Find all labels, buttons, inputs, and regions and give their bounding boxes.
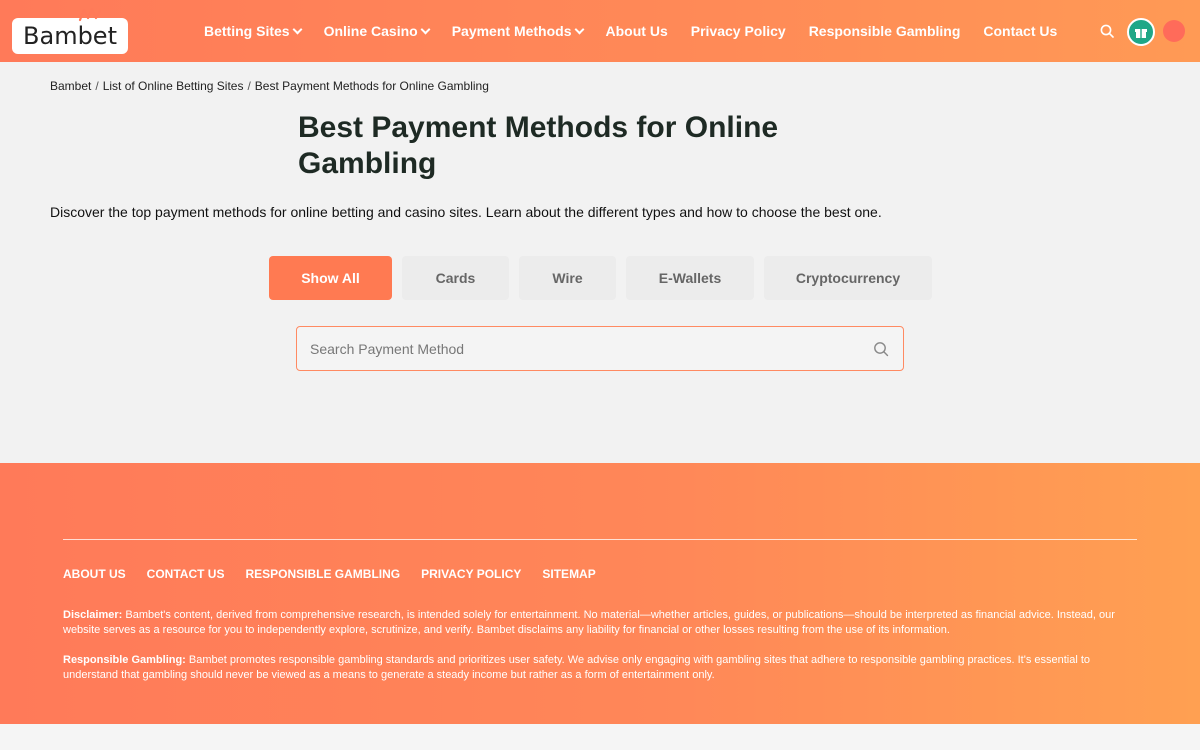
breadcrumb: Bambet / List of Online Betting Sites / Best… (50, 79, 489, 93)
user-avatar[interactable] (1127, 18, 1155, 46)
filter-wire[interactable]: Wire (519, 256, 616, 300)
breadcrumb-current: Best Payment Methods for Online Gambling (254, 79, 489, 93)
chevron-down-icon (420, 24, 431, 34)
page-title: Best Payment Methods for Online Gambling (298, 111, 779, 180)
gift-icon (1135, 29, 1147, 38)
nav-betting-sites[interactable]: Betting Sites (204, 23, 303, 39)
site-footer: ABOUT US CONTACT US RESPONSIBLE GAMBLING… (0, 463, 1200, 724)
nav-label: Betting Sites (204, 23, 290, 39)
logo-text: Bambet (23, 22, 117, 50)
nav-about-us[interactable]: About Us (606, 23, 668, 39)
search-icon[interactable] (873, 341, 889, 357)
filter-show-all[interactable]: Show All (269, 256, 392, 300)
search-icon[interactable] (1100, 24, 1114, 38)
nav-privacy-policy[interactable]: Privacy Policy (691, 23, 786, 39)
page-intro: Discover the top payment methods for onl… (50, 204, 882, 220)
payment-filter-tabs: Show All Cards Wire E-Wallets Cryptocurr… (0, 256, 1200, 300)
footer-link-about-us[interactable]: ABOUT US (63, 567, 126, 581)
search-payment-input[interactable] (310, 327, 850, 370)
nav-label: Responsible Gambling (808, 23, 961, 39)
footer-links: ABOUT US CONTACT US RESPONSIBLE GAMBLING… (63, 567, 617, 581)
nav-label: Contact Us (983, 23, 1058, 39)
footer-link-responsible-gambling[interactable]: RESPONSIBLE GAMBLING (245, 567, 400, 581)
nav-label: Privacy Policy (690, 23, 786, 39)
footer-disclaimer: Disclaimer: Bambet's content, derived fr… (63, 608, 1133, 638)
responsible-label: Responsible Gambling: (63, 654, 186, 666)
nav-label: Payment Methods (451, 23, 572, 39)
chevron-down-icon (292, 24, 303, 34)
nav-responsible-gambling[interactable]: Responsible Gambling (809, 23, 961, 39)
nav-label: About Us (605, 23, 668, 39)
filter-cards[interactable]: Cards (402, 256, 509, 300)
breadcrumb-home[interactable]: Bambet (50, 79, 91, 93)
breadcrumb-separator: / (247, 79, 251, 93)
footer-divider (63, 539, 1137, 540)
nav-payment-methods[interactable]: Payment Methods (451, 23, 584, 39)
chevron-down-icon (574, 24, 584, 34)
nav-contact-us[interactable]: Contact Us (983, 23, 1057, 39)
logo-crown-icon (78, 8, 102, 22)
page-bottom-strip (0, 724, 1200, 750)
disclaimer-label: Disclaimer: (63, 609, 123, 621)
bambet-logo[interactable]: Bambet (12, 8, 128, 54)
filter-cryptocurrency[interactable]: Cryptocurrency (764, 256, 932, 300)
footer-responsible-gambling: Responsible Gambling: Bambet promotes re… (63, 653, 1133, 683)
footer-link-privacy-policy[interactable]: PRIVACY POLICY (421, 567, 521, 581)
site-header: Bambet Betting Sites Online Casino Payme… (0, 0, 1200, 62)
breadcrumb-betting-sites[interactable]: List of Online Betting Sites (103, 79, 244, 93)
footer-link-sitemap[interactable]: SITEMAP (542, 567, 595, 581)
payment-search (296, 326, 904, 371)
filter-e-wallets[interactable]: E-Wallets (626, 256, 754, 300)
main-nav: Betting Sites Online Casino Payment Meth… (204, 0, 1080, 62)
footer-link-contact-us[interactable]: CONTACT US (147, 567, 225, 581)
nav-online-casino[interactable]: Online Casino (323, 23, 431, 39)
disclaimer-text: Bambet's content, derived from comprehen… (63, 609, 1115, 636)
nav-label: Online Casino (323, 23, 418, 39)
responsible-text: Bambet promotes responsible gambling sta… (63, 654, 1091, 681)
status-dot[interactable] (1163, 20, 1185, 42)
breadcrumb-separator: / (95, 79, 99, 93)
